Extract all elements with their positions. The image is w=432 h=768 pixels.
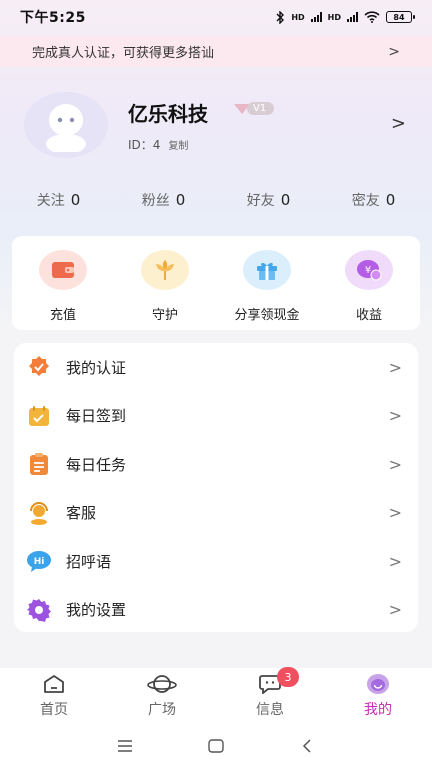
user-id-row: ID：4 复制: [128, 136, 188, 153]
tab-messages[interactable]: 3 信息: [225, 667, 315, 719]
svg-text:Hi: Hi: [34, 557, 45, 567]
chevron-right-icon: >: [388, 454, 402, 474]
menu-item-customer-service[interactable]: 客服 >: [14, 489, 418, 538]
stat-value: 0: [70, 191, 81, 209]
battery-icon: 84: [386, 11, 415, 23]
system-navigation-bar: [0, 724, 432, 768]
menu-item-greetings[interactable]: Hi 招呼语 >: [14, 537, 418, 586]
default-avatar-icon: [46, 104, 86, 152]
status-icons: HD HD 84: [275, 10, 415, 24]
status-time: 下午5:25: [20, 10, 86, 26]
network-label-2: HD: [327, 12, 341, 22]
menu-list: 我的认证 > 每日签到 > 每日任务 > 客服 > Hi 招呼语 > 我的设置 …: [14, 343, 418, 632]
menu-item-label: 每日任务: [66, 455, 127, 474]
menu-item-daily-checkin[interactable]: 每日签到 >: [14, 392, 418, 441]
menu-item-settings[interactable]: 我的设置 >: [14, 586, 418, 635]
network-label-1: HD: [291, 12, 305, 22]
quick-action-share-cash[interactable]: 分享领现金: [222, 250, 312, 330]
nickname: 亿乐科技: [128, 102, 208, 126]
tab-label: 首页: [40, 702, 68, 718]
flower-icon: [141, 250, 189, 290]
menu-item-label: 每日签到: [66, 407, 127, 426]
stat-following[interactable]: 关注 0: [37, 186, 81, 214]
vip-level: V1: [247, 102, 275, 115]
stat-label: 好友: [246, 193, 275, 209]
home-icon: [43, 673, 65, 695]
copy-id-button[interactable]: 复制: [168, 137, 188, 152]
clipboard-task-icon: [26, 451, 52, 477]
tab-mine[interactable]: 我的: [333, 673, 423, 719]
battery-level: 84: [393, 12, 405, 22]
profile-header[interactable]: 亿乐科技 V1 ID：4 复制 >: [0, 80, 432, 180]
chevron-right-icon: >: [388, 551, 402, 571]
menu-item-label: 我的设置: [66, 601, 127, 620]
back-chevron-icon[interactable]: [287, 731, 327, 761]
chevron-right-icon: >: [388, 600, 402, 620]
profile-face-icon: [366, 673, 390, 695]
wifi-icon: [364, 11, 380, 23]
status-bar: 下午5:25 HD HD 84: [0, 0, 432, 34]
home-square-icon[interactable]: [196, 731, 236, 761]
chevron-right-icon[interactable]: >: [391, 113, 406, 134]
tab-label: 广场: [148, 702, 176, 718]
quick-action-recharge[interactable]: 充值: [18, 250, 108, 330]
menu-item-label: 招呼语: [66, 552, 112, 571]
calendar-check-icon: [26, 403, 52, 429]
customer-service-icon: [26, 500, 52, 526]
quick-action-guard[interactable]: 守护: [120, 250, 210, 330]
bottom-tab-bar: 首页 广场 3 信息 我的: [0, 667, 432, 724]
chevron-right-icon: >: [388, 43, 400, 60]
tab-square[interactable]: 广场: [117, 673, 207, 719]
wallet-icon: [39, 250, 87, 290]
stat-fans[interactable]: 粉丝 0: [142, 186, 186, 214]
social-stats: 关注 0 粉丝 0 好友 0 密友 0: [0, 186, 432, 214]
chevron-right-icon: >: [388, 406, 402, 426]
quick-action-label: 分享领现金: [234, 308, 300, 323]
menu-item-daily-tasks[interactable]: 每日任务 >: [14, 440, 418, 489]
coins-icon: ¥: [345, 250, 393, 290]
quick-action-label: 充值: [49, 308, 76, 323]
quick-action-label: 守护: [151, 308, 178, 323]
menu-lines-icon[interactable]: [105, 731, 145, 761]
stat-label: 粉丝: [141, 193, 170, 209]
stat-value: 0: [385, 191, 396, 209]
gift-icon: [243, 250, 291, 290]
greeting-bubble-icon: Hi: [26, 548, 52, 574]
tab-label: 信息: [256, 702, 284, 718]
signal-icon: [347, 12, 358, 22]
planet-icon: [147, 673, 177, 695]
unread-badge: 3: [277, 667, 299, 687]
stat-close-friends[interactable]: 密友 0: [352, 186, 396, 214]
quick-action-label: 收益: [355, 308, 382, 323]
svg-text:¥: ¥: [365, 265, 371, 276]
quick-action-earnings[interactable]: ¥ 收益: [324, 250, 414, 330]
stat-value: 0: [175, 191, 186, 209]
menu-item-label: 客服: [66, 504, 97, 523]
menu-item-label: 我的认证: [66, 358, 127, 377]
stat-friends[interactable]: 好友 0: [247, 186, 291, 214]
certification-badge-icon: [26, 354, 52, 380]
chevron-right-icon: >: [388, 503, 402, 523]
vip-level-badge: V1: [234, 102, 275, 115]
quick-actions-card: 充值 守护 分享领现金 ¥ 收益: [12, 236, 420, 330]
stat-label: 关注: [36, 193, 65, 209]
menu-item-certification[interactable]: 我的认证 >: [14, 343, 418, 392]
tab-label: 我的: [364, 702, 392, 718]
stat-value: 0: [280, 191, 291, 209]
gear-icon: [26, 597, 52, 623]
bluetooth-icon: [276, 10, 285, 24]
avatar[interactable]: [24, 92, 108, 158]
notice-text: 完成真人认证，可获得更多搭讪: [32, 46, 215, 61]
tab-home[interactable]: 首页: [9, 673, 99, 719]
signal-icon: [310, 12, 322, 22]
chevron-right-icon: >: [388, 357, 402, 377]
user-id: ID：4: [128, 138, 161, 152]
stat-label: 密友: [351, 193, 380, 209]
verification-notice-banner[interactable]: 完成真人认证，可获得更多搭讪 >: [0, 36, 432, 67]
